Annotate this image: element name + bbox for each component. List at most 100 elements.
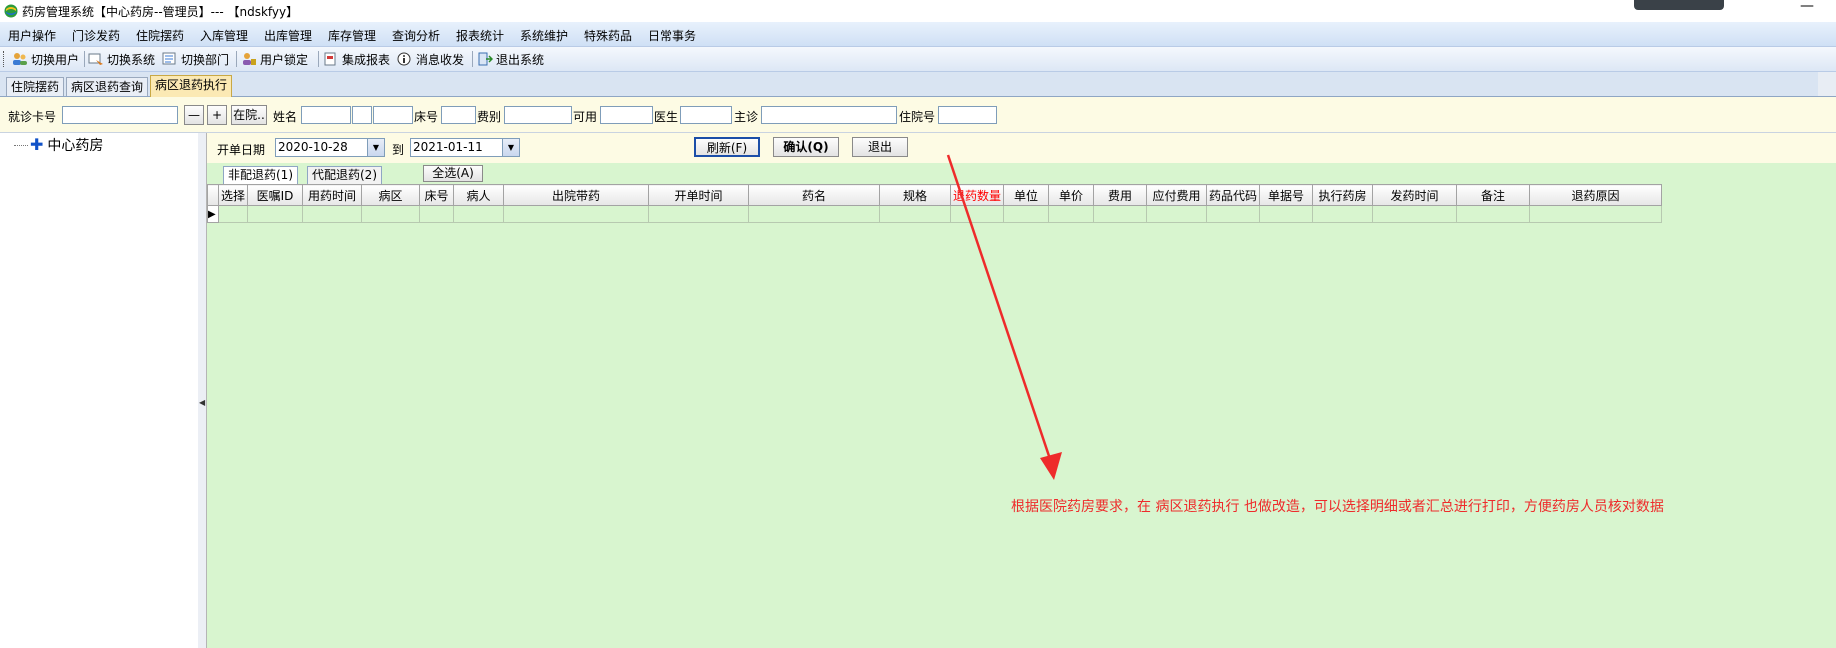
gender-input[interactable] [352,106,372,124]
table-row[interactable]: ▶ [207,205,1662,223]
menu-daily-affairs[interactable]: 日常事务 [648,27,696,44]
cell[interactable] [1456,205,1530,223]
switch-system-button[interactable]: 切换系统 [88,50,155,68]
menu-inpatient-dispense[interactable]: 住院摆药 [136,27,184,44]
refresh-button[interactable]: 刷新(F) [694,137,760,157]
cell[interactable] [1529,205,1662,223]
cell[interactable] [361,205,420,223]
menu-reports[interactable]: 报表统计 [456,27,504,44]
col-remark[interactable]: 备注 [1456,184,1530,206]
cell[interactable] [1312,205,1373,223]
minus-button[interactable]: — [184,105,204,125]
col-drug-name[interactable]: 药名 [748,184,880,206]
col-return-quantity[interactable]: 退药数量 [950,184,1004,206]
col-patient[interactable]: 病人 [453,184,504,206]
plus-button[interactable]: + [207,105,227,125]
col-drug-code[interactable]: 药品代码 [1206,184,1260,206]
chief-diagnosis-input[interactable] [761,106,897,124]
cell[interactable] [1206,205,1260,223]
available-input[interactable] [600,106,653,124]
cell[interactable] [1048,205,1094,223]
chevron-down-icon[interactable]: ▼ [502,139,519,156]
menu-query-analysis[interactable]: 查询分析 [392,27,440,44]
exit-button[interactable]: 退出 [852,137,908,157]
bed-input[interactable] [441,106,476,124]
col-discharge-drug[interactable]: 出院带药 [503,184,649,206]
switch-department-button[interactable]: 切换部门 [162,50,229,68]
menu-stock-in[interactable]: 入库管理 [200,27,248,44]
col-payable-fee[interactable]: 应付费用 [1146,184,1207,206]
tab-ward-return-exec[interactable]: 病区退药执行 [150,75,233,97]
confirm-button[interactable]: 确认(Q) [773,137,839,157]
col-dispense-time[interactable]: 发药时间 [1372,184,1457,206]
col-medication-time[interactable]: 用药时间 [302,184,362,206]
inpatient-button[interactable]: 在院.. [231,105,267,125]
switch-user-button[interactable]: 切换用户 [12,50,79,68]
cell[interactable] [950,205,1004,223]
cell[interactable] [218,205,248,223]
cell[interactable] [1093,205,1147,223]
col-fee[interactable]: 费用 [1093,184,1147,206]
cell[interactable] [247,205,303,223]
col-order-id[interactable]: 医嘱ID [247,184,303,206]
menu-special-drugs[interactable]: 特殊药品 [584,27,632,44]
col-spec[interactable]: 规格 [879,184,951,206]
toolbar-grip[interactable] [3,51,7,67]
cell[interactable] [879,205,951,223]
col-document-number[interactable]: 单据号 [1259,184,1313,206]
tab-proxy-dispensed-return[interactable]: 代配退药(2) [307,166,382,184]
lock-user-button[interactable]: 用户锁定 [241,50,308,68]
tree-node-central-pharmacy[interactable]: ✚ 中心药房 [14,135,103,155]
col-return-reason[interactable]: 退药原因 [1529,184,1662,206]
cell[interactable] [419,205,454,223]
cell[interactable] [648,205,749,223]
col-select[interactable]: 选择 [218,184,248,206]
col-unit-price[interactable]: 单价 [1048,184,1094,206]
chevron-down-icon[interactable]: ▼ [367,139,384,156]
select-all-button[interactable]: 全选(A) [423,165,483,182]
cell[interactable] [1259,205,1313,223]
cell[interactable] [1146,205,1207,223]
cell[interactable] [453,205,504,223]
integrated-report-button[interactable]: 集成报表 [323,50,390,68]
menu-user-ops[interactable]: 用户操作 [8,27,56,44]
header-indicator [207,184,219,206]
tab-inpatient-dispense[interactable]: 住院摆药 [6,77,65,96]
admission-number-input[interactable] [938,106,997,124]
cell[interactable] [302,205,362,223]
expand-plus-icon[interactable]: ✚ [30,137,43,153]
tab-scroll-area[interactable] [1818,72,1836,96]
name-input[interactable] [301,106,351,124]
cell[interactable] [1372,205,1457,223]
exit-system-button[interactable]: 退出系统 [477,50,544,68]
tab-ward-return-query[interactable]: 病区退药查询 [66,77,149,96]
date-filter-bar: 开单日期 2020-10-28 ▼ 到 2021-01-11 ▼ 刷新(F) 确… [207,133,1836,163]
col-order-time[interactable]: 开单时间 [648,184,749,206]
cell[interactable] [503,205,649,223]
switch-department-label: 切换部门 [181,52,230,67]
col-ward[interactable]: 病区 [361,184,420,206]
collapse-arrow-icon[interactable]: ◀ [199,398,205,407]
cell[interactable] [748,205,880,223]
menu-system-maintenance[interactable]: 系统维护 [520,27,568,44]
document-tabs: 住院摆药 病区退药查询 病区退药执行 [0,72,1836,97]
minimize-button[interactable]: — [1800,0,1814,14]
cell[interactable] [1003,205,1049,223]
menu-inventory[interactable]: 库存管理 [328,27,376,44]
menu-stock-out[interactable]: 出库管理 [264,27,312,44]
lock-user-label: 用户锁定 [260,52,309,67]
col-bed[interactable]: 床号 [419,184,454,206]
doctor-input[interactable] [680,106,732,124]
col-unit[interactable]: 单位 [1003,184,1049,206]
date-from-picker[interactable]: 2020-10-28 ▼ [275,138,385,157]
switch-user-label: 切换用户 [31,52,80,67]
date-to-picker[interactable]: 2021-01-11 ▼ [410,138,520,157]
age-input[interactable] [373,106,413,124]
col-executing-pharmacy[interactable]: 执行药房 [1312,184,1373,206]
panel-splitter[interactable]: ◀ [198,133,207,648]
card-number-input[interactable] [62,106,178,124]
messaging-button[interactable]: 消息收发 [397,50,464,68]
menu-outpatient-dispense[interactable]: 门诊发药 [72,27,120,44]
fee-type-input[interactable] [504,106,572,124]
tab-non-dispensed-return[interactable]: 非配退药(1) [223,166,298,184]
